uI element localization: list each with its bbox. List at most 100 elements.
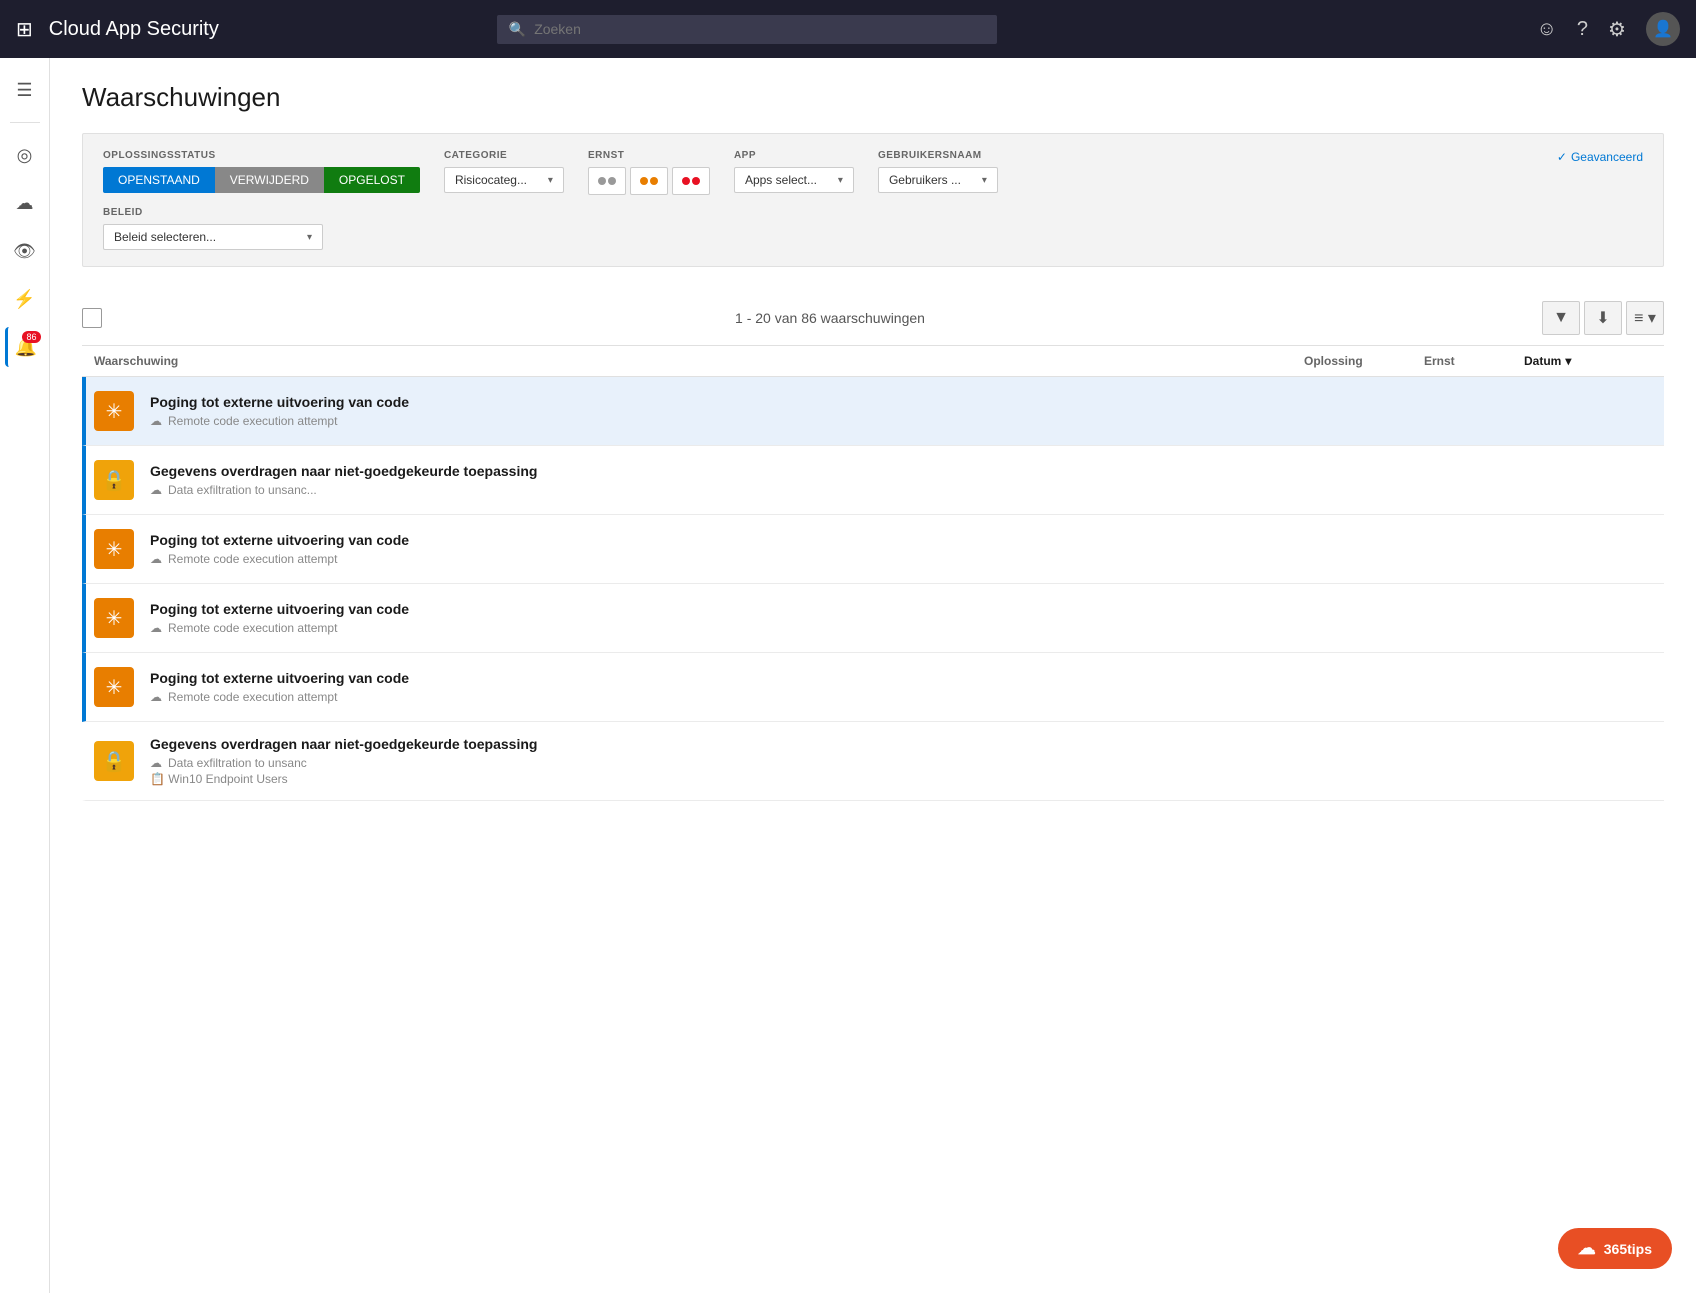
watermark: ☁ 365tips: [1558, 1228, 1672, 1269]
search-icon: 🔍: [509, 21, 526, 38]
sidebar-item-alerts[interactable]: 🔔 86: [5, 327, 45, 367]
sev-dot-gray-2: [608, 177, 616, 185]
sidebar-item-menu[interactable]: ☰: [5, 70, 45, 110]
sev-btn-low[interactable]: [588, 167, 626, 195]
app-select[interactable]: Apps select... ▾: [734, 167, 854, 193]
alert-sub-extra-5: 📋 Win10 Endpoint Users: [150, 772, 1304, 786]
app-label: APP: [734, 150, 854, 161]
alert-title-1: Gegevens overdragen naar niet-goedgekeur…: [150, 463, 1304, 479]
sev-dot-red-2: [692, 177, 700, 185]
grid-icon[interactable]: ⊞: [16, 17, 33, 42]
sidebar-item-investigate[interactable]: 👁: [5, 231, 45, 271]
sidebar-item-control[interactable]: ⚡: [5, 279, 45, 319]
col-header-ernst: Ernst: [1424, 354, 1524, 368]
gear-icon[interactable]: ⚙: [1608, 17, 1626, 42]
alert-icon-4: ✳: [94, 667, 134, 707]
sev-dot-orange-2: [650, 177, 658, 185]
download-button[interactable]: ⬇: [1584, 301, 1622, 335]
app-chevron-icon: ▾: [838, 175, 843, 186]
category-select[interactable]: Risicocateg... ▾: [444, 167, 564, 193]
status-label: OPLOSSINGSSTATUS: [103, 150, 420, 161]
col-header-datum[interactable]: Datum ▾: [1524, 354, 1664, 368]
table-row[interactable]: ✳ Poging tot externe uitvoering van code…: [82, 584, 1664, 653]
cloud-small-icon: ☁: [150, 552, 162, 566]
sev-btn-medium[interactable]: [630, 167, 668, 195]
select-all-checkbox[interactable]: [82, 308, 102, 328]
alert-icon-1: 🔒: [94, 460, 134, 500]
alert-content-1: Gegevens overdragen naar niet-goedgekeur…: [150, 463, 1304, 497]
sev-btn-high[interactable]: [672, 167, 710, 195]
alert-content-0: Poging tot externe uitvoering van code ☁…: [150, 394, 1304, 428]
alert-sub-1: ☁ Data exfiltration to unsanc...: [150, 483, 1304, 497]
help-icon[interactable]: ?: [1577, 18, 1588, 41]
cloud-small-icon: ☁: [150, 756, 162, 770]
table-row[interactable]: ✳ Poging tot externe uitvoering van code…: [82, 653, 1664, 722]
status-btn-verwijderd[interactable]: VERWIJDERD: [215, 167, 324, 193]
watermark-icon: ☁: [1578, 1238, 1596, 1259]
filter-button[interactable]: ▼: [1542, 301, 1580, 335]
table-row[interactable]: 🔒 Gegevens overdragen naar niet-goedgeke…: [82, 722, 1664, 801]
investigate-icon: 👁: [13, 241, 36, 262]
menu-icon: ☰: [16, 80, 32, 101]
top-nav: ⊞ Cloud App Security 🔍 ☺ ? ⚙ 👤: [0, 0, 1696, 58]
username-select[interactable]: Gebruikers ... ▾: [878, 167, 998, 193]
sort-icon: ▾: [1565, 354, 1571, 368]
username-label: GEBRUIKERSNAAM: [878, 150, 998, 161]
alert-sub-2: ☁ Remote code execution attempt: [150, 552, 1304, 566]
sev-dot-gray-1: [598, 177, 606, 185]
view-icon: ≡ ▾: [1634, 308, 1656, 328]
alert-icon-3: ✳: [94, 598, 134, 638]
policy-filter-group: BELEID Beleid selecteren... ▾: [103, 207, 323, 250]
app-filter-group: APP Apps select... ▾: [734, 150, 854, 193]
username-chevron-icon: ▾: [982, 175, 987, 186]
status-buttons: OPENSTAAND VERWIJDERD OPGELOST: [103, 167, 420, 193]
control-icon: ⚡: [13, 289, 35, 310]
alert-icon-0: ✳: [94, 391, 134, 431]
alert-icon-5: 🔒: [94, 741, 134, 781]
avatar[interactable]: 👤: [1646, 12, 1680, 46]
alerts-badge: 86: [22, 331, 40, 343]
status-btn-openstaand[interactable]: OPENSTAAND: [103, 167, 215, 193]
cloud-small-icon: ☁: [150, 414, 162, 428]
view-button[interactable]: ≡ ▾: [1626, 301, 1664, 335]
status-btn-opgelost[interactable]: OPGELOST: [324, 167, 420, 193]
alerts-list: ✳ Poging tot externe uitvoering van code…: [82, 377, 1664, 801]
category-label: CATEGORIE: [444, 150, 564, 161]
policy-select[interactable]: Beleid selecteren... ▾: [103, 224, 323, 250]
table-row[interactable]: ✳ Poging tot externe uitvoering van code…: [82, 377, 1664, 446]
cloud-icon: ☁: [16, 193, 34, 214]
status-filter-group: OPLOSSINGSSTATUS OPENSTAAND VERWIJDERD O…: [103, 150, 420, 193]
filter-icon: ▼: [1553, 309, 1569, 327]
category-value: Risicocateg...: [455, 173, 527, 187]
toolbar-actions: ▼ ⬇ ≡ ▾: [1542, 301, 1664, 335]
table-header: Waarschuwing Oplossing Ernst Datum ▾: [82, 346, 1664, 377]
advanced-link[interactable]: ✓ Geavanceerd: [1557, 150, 1643, 164]
table-row[interactable]: ✳ Poging tot externe uitvoering van code…: [82, 515, 1664, 584]
sev-dot-orange-1: [640, 177, 648, 185]
sidebar: ☰ ◎ ☁ 👁 ⚡ 🔔 86: [0, 58, 50, 1293]
category-filter-group: CATEGORIE Risicocateg... ▾: [444, 150, 564, 193]
alert-icon-2: ✳: [94, 529, 134, 569]
alert-content-2: Poging tot externe uitvoering van code ☁…: [150, 532, 1304, 566]
sidebar-item-dashboard[interactable]: ◎: [5, 135, 45, 175]
search-bar[interactable]: 🔍: [497, 15, 997, 44]
list-toolbar: 1 - 20 van 86 waarschuwingen ▼ ⬇ ≡ ▾: [82, 291, 1664, 346]
severity-filter-group: ERNST: [588, 150, 710, 195]
alert-content-3: Poging tot externe uitvoering van code ☁…: [150, 601, 1304, 635]
alert-title-2: Poging tot externe uitvoering van code: [150, 532, 1304, 548]
table-row[interactable]: 🔒 Gegevens overdragen naar niet-goedgeke…: [82, 446, 1664, 515]
filter-row-1: OPLOSSINGSSTATUS OPENSTAAND VERWIJDERD O…: [103, 150, 1643, 195]
col-header-solution: Oplossing: [1304, 354, 1424, 368]
alert-sub-5: ☁ Data exfiltration to unsanc: [150, 756, 1304, 770]
sidebar-item-cloud[interactable]: ☁: [5, 183, 45, 223]
policy-value: Beleid selecteren...: [114, 230, 216, 244]
watermark-text: 365tips: [1604, 1241, 1652, 1257]
search-input[interactable]: [534, 21, 985, 37]
datum-label: Datum: [1524, 354, 1561, 368]
app-title: Cloud App Security: [49, 18, 219, 41]
smiley-icon[interactable]: ☺: [1537, 18, 1557, 41]
username-filter-group: GEBRUIKERSNAAM Gebruikers ... ▾: [878, 150, 998, 193]
page-title: Waarschuwingen: [82, 82, 1664, 113]
top-nav-right: ☺ ? ⚙ 👤: [1537, 12, 1680, 46]
download-icon: ⬇: [1596, 308, 1609, 328]
